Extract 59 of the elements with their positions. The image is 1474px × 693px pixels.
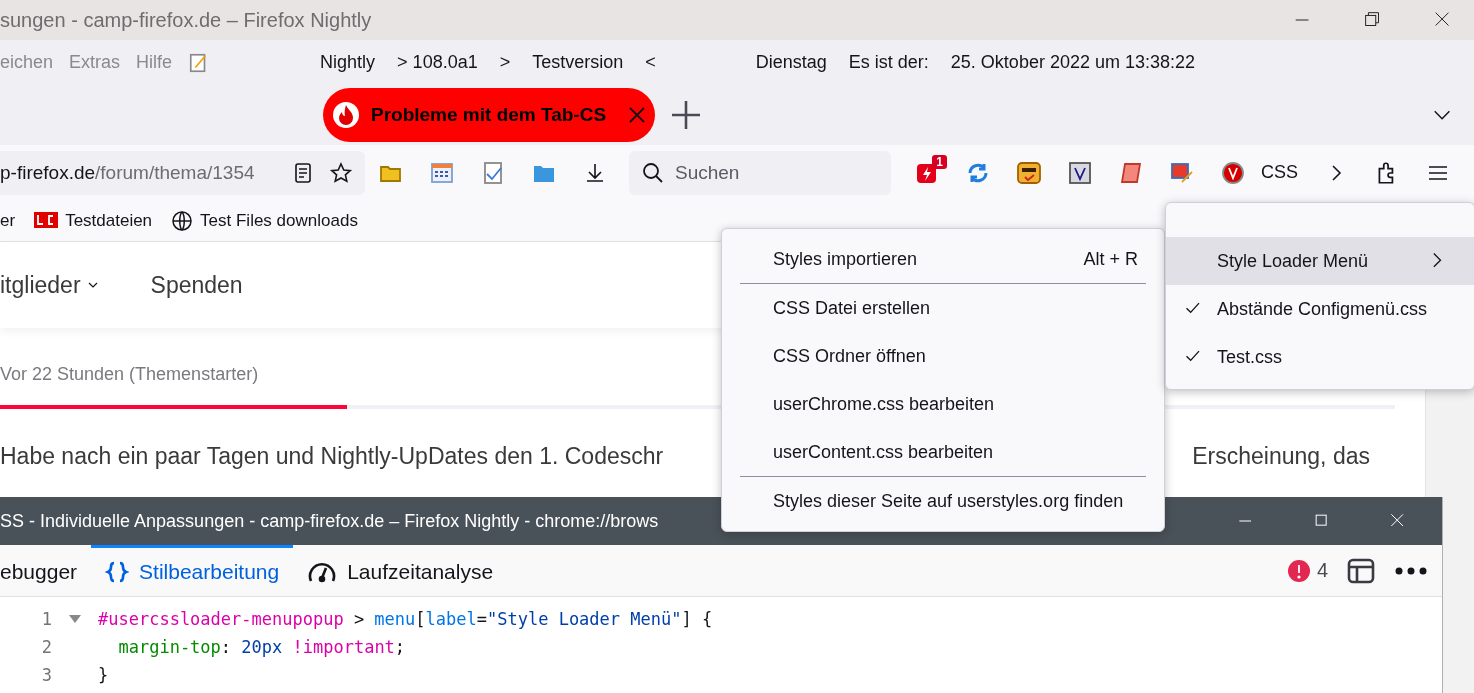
menu-item[interactable]: CSS Ordner öffnen [722,332,1164,380]
error-icon [1286,558,1311,583]
fold-icon[interactable] [69,615,81,623]
devtools-title: SS - Individuelle Anpassungen - camp-firefox.de – Firefox Nightly - chrome://brows [0,510,660,532]
scroll-icon[interactable] [1119,160,1143,185]
menu-item[interactable]: Test.css [1166,333,1474,381]
toolbar-text: Es ist der: [848,52,929,73]
toolbar-text: Dienstag [755,52,827,73]
site-nav-link[interactable]: itglieder [0,271,99,299]
css-button[interactable]: CSS [1261,162,1298,183]
error-count[interactable]: 4 [1286,558,1328,583]
bookmark-item[interactable]: Testdateien [33,210,153,231]
toolbar-text: < [645,52,656,73]
paragraph-text: Erscheinung, das [1192,442,1370,471]
lc-icon [33,210,60,231]
menu-item[interactable]: Style Loader Menü [1166,237,1474,285]
check-document-icon[interactable] [481,160,505,185]
menu-item[interactable]: Styles importieren Alt + R [722,235,1164,283]
braces-icon [105,560,130,584]
calendar-icon[interactable] [430,160,454,185]
devtools-tab[interactable]: Laufzeitanalyse [293,545,508,596]
menu-item[interactable]: Abstände Configmenü.css [1166,285,1474,333]
menu-item[interactable]: userChrome.css bearbeiten [722,380,1164,428]
url-field[interactable]: p-firefox.de/forum/thema/1354 [0,150,365,195]
search-field[interactable]: Suchen [629,150,891,195]
v-icon[interactable] [1068,160,1092,185]
star-icon[interactable] [329,160,353,185]
post-meta: Vor 22 Stunden (Themenstarter) [0,364,260,385]
line-number: 2 [40,637,52,657]
menu-item[interactable]: Styles dieser Seite auf userstyles.org finden [722,477,1164,525]
code-line: margin-top: 20px !important; [117,637,406,657]
line-number: 3 [40,665,52,685]
toolbar-text: Nightly [320,52,376,73]
window-title: sungen - camp-firefox.de – Firefox Nightly [0,8,372,32]
bookmark-item[interactable]: Test Files downloads [170,208,358,233]
globe-icon [170,208,195,233]
line-number: 1 [40,609,52,629]
menu-item[interactable]: userContent.css bearbeiten [722,428,1164,476]
css-icon[interactable] [1017,160,1041,185]
browser-tab[interactable]: Probleme mit dem Tab-CS [323,88,655,142]
code-line: } [98,665,109,685]
v-badge-icon[interactable] [1221,160,1245,185]
toolbar-text: > 108.0a1 [397,52,478,73]
image-edit-icon[interactable] [1170,160,1194,185]
code-line: #usercssloader-menupopup > menu[label="Style Loader Menü"] { [98,609,713,629]
more-icon[interactable] [1394,565,1428,576]
bookmark-item[interactable]: er [0,210,16,231]
menu-item[interactable]: CSS Datei erstellen [722,284,1164,332]
devtools-tab[interactable]: ebugger [0,545,92,596]
search-icon [641,160,665,185]
toolbar-text: > [499,52,511,73]
new-tab-icon[interactable] [669,98,703,132]
toolbar-text: Testversion [532,52,624,73]
devtools-tab[interactable]: Stilbearbeitung [91,545,294,596]
flame-icon [331,100,361,130]
toolbar-text: 25. Oktober 2022 um 13:38:22 [950,52,1195,73]
paragraph-text: Habe nach ein paar Tagen und Nightly-UpDates den 1. Codeschr [0,442,664,471]
notification-badge: 1 [932,154,947,169]
site-nav-link[interactable]: Spenden [150,271,243,299]
